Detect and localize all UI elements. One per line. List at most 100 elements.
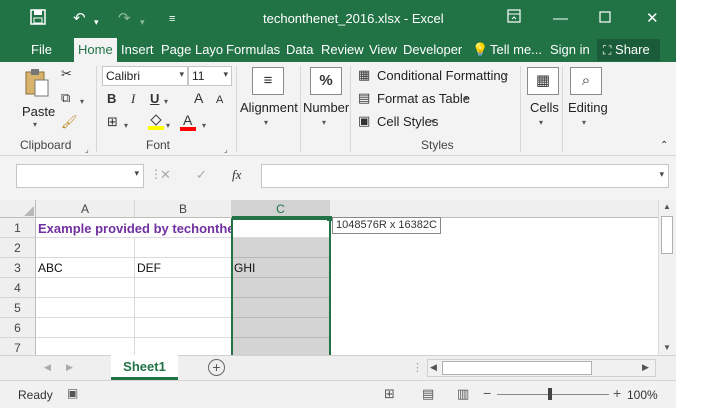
- cell-a5[interactable]: [36, 298, 135, 318]
- close-icon[interactable]: ✕: [646, 9, 659, 29]
- horizontal-scrollbar[interactable]: ◀ ▶: [427, 359, 656, 377]
- alignment-icon[interactable]: ≡: [252, 67, 284, 95]
- underline-dropdown-icon[interactable]: ▾: [164, 94, 168, 110]
- sign-in-link[interactable]: Sign in: [550, 42, 590, 57]
- cell-b7[interactable]: [135, 338, 232, 355]
- macro-recording-icon[interactable]: ▣: [67, 386, 78, 400]
- enter-icon[interactable]: ✓: [196, 167, 207, 183]
- cut-icon[interactable]: ✂: [61, 66, 72, 82]
- cell-a3[interactable]: ABC: [36, 258, 135, 278]
- row-header-7[interactable]: 7: [0, 338, 36, 355]
- page-break-preview-icon[interactable]: ▥: [457, 386, 469, 402]
- cell-b1[interactable]: [135, 218, 232, 238]
- shrink-font-button[interactable]: A: [216, 92, 223, 108]
- cell-styles-button[interactable]: Cell Styles: [377, 114, 438, 129]
- borders-icon[interactable]: ⊞: [107, 114, 118, 130]
- redo-dropdown-icon[interactable]: ▾: [140, 12, 145, 32]
- cell-a1[interactable]: Example provided by techonthenet.com: [36, 218, 284, 238]
- sheet-tab-sheet1[interactable]: Sheet1: [111, 355, 178, 380]
- redo-icon[interactable]: ↷: [118, 9, 131, 29]
- row-header-2[interactable]: 2: [0, 238, 36, 258]
- cells-dropdown-icon[interactable]: ▾: [539, 118, 543, 127]
- tab-page-layout[interactable]: Page Layo: [161, 42, 223, 57]
- row-header-1[interactable]: 1: [0, 218, 36, 238]
- copy-icon[interactable]: ⧉: [61, 90, 70, 106]
- cell-a7[interactable]: [36, 338, 135, 355]
- scroll-down-icon[interactable]: ▼: [663, 343, 671, 352]
- paste-button[interactable]: Paste: [22, 104, 55, 119]
- cell-c6[interactable]: [232, 318, 330, 338]
- cancel-icon[interactable]: ✕: [160, 167, 171, 183]
- zoom-slider-thumb[interactable]: [548, 388, 552, 400]
- cells-button[interactable]: Cells: [530, 100, 559, 115]
- select-all-corner[interactable]: [0, 200, 36, 218]
- paste-icon[interactable]: [24, 68, 50, 98]
- copy-dropdown-icon[interactable]: ▾: [80, 94, 84, 110]
- font-name-combo[interactable]: Calibri ▾: [102, 66, 188, 86]
- cell-a2[interactable]: [36, 238, 135, 258]
- expand-formula-bar-icon[interactable]: ▾: [659, 169, 664, 180]
- row-header-3[interactable]: 3: [0, 258, 36, 278]
- cell-b2[interactable]: [135, 238, 232, 258]
- grow-font-button[interactable]: A: [194, 90, 203, 106]
- zoom-level[interactable]: 100%: [627, 388, 658, 402]
- tab-developer[interactable]: Developer: [403, 42, 462, 57]
- tab-file[interactable]: File: [31, 42, 52, 57]
- cell-c7[interactable]: [232, 338, 330, 355]
- horizontal-scroll-thumb[interactable]: [442, 361, 592, 375]
- font-color-dropdown-icon[interactable]: ▾: [202, 118, 206, 134]
- search-icon[interactable]: ⌕: [570, 67, 602, 95]
- chevron-down-icon[interactable]: ▾: [134, 168, 139, 179]
- conditional-formatting-button[interactable]: Conditional Formatting: [377, 68, 508, 83]
- cell-c1[interactable]: [232, 218, 330, 238]
- cell-b3[interactable]: DEF: [135, 258, 232, 278]
- tab-review[interactable]: Review: [321, 42, 364, 57]
- scroll-right-icon[interactable]: ▶: [642, 362, 649, 373]
- cell-b4[interactable]: [135, 278, 232, 298]
- row-header-5[interactable]: 5: [0, 298, 36, 318]
- editing-button[interactable]: Editing: [568, 100, 608, 115]
- bold-button[interactable]: B: [107, 91, 116, 107]
- undo-dropdown-icon[interactable]: ▾: [94, 12, 99, 32]
- add-sheet-icon[interactable]: +: [208, 359, 225, 376]
- cell-c3[interactable]: GHI: [232, 258, 330, 278]
- cell-b6[interactable]: [135, 318, 232, 338]
- page-layout-view-icon[interactable]: ▤: [422, 386, 434, 402]
- underline-button[interactable]: U: [150, 91, 159, 107]
- customize-qat-icon[interactable]: ≡: [169, 9, 175, 29]
- maximize-icon[interactable]: [599, 9, 611, 29]
- cell-c4[interactable]: [232, 278, 330, 298]
- tab-data[interactable]: Data: [286, 42, 313, 57]
- column-header-b[interactable]: B: [135, 200, 232, 218]
- cell-c2[interactable]: [232, 238, 330, 258]
- zoom-slider-track[interactable]: [497, 394, 609, 395]
- collapse-ribbon-icon[interactable]: ⌃: [660, 138, 668, 154]
- save-icon[interactable]: [30, 9, 46, 31]
- tell-me-search[interactable]: Tell me...: [490, 42, 542, 57]
- tab-view[interactable]: View: [369, 42, 397, 57]
- normal-view-icon[interactable]: ⊞: [384, 386, 395, 402]
- ribbon-display-options-icon[interactable]: [507, 9, 521, 29]
- zoom-out-icon[interactable]: −: [483, 385, 491, 401]
- formula-input[interactable]: ▾: [261, 164, 669, 188]
- prev-sheet-icon[interactable]: ◀: [44, 362, 51, 373]
- scroll-up-icon[interactable]: ▲: [663, 202, 671, 211]
- column-header-c[interactable]: C: [232, 200, 330, 218]
- tab-home[interactable]: Home: [74, 38, 117, 62]
- format-painter-icon[interactable]: 🖌: [61, 114, 78, 130]
- vertical-scroll-thumb[interactable]: [661, 216, 673, 254]
- paste-dropdown-icon[interactable]: ▾: [33, 120, 37, 129]
- number-button[interactable]: Number: [303, 100, 349, 115]
- number-dropdown-icon[interactable]: ▾: [322, 118, 326, 127]
- fill-color-icon[interactable]: [148, 112, 164, 134]
- italic-button[interactable]: I: [131, 91, 135, 107]
- cell-a4[interactable]: [36, 278, 135, 298]
- cell-c5[interactable]: [232, 298, 330, 318]
- font-size-combo[interactable]: 11 ▾: [188, 66, 232, 86]
- tab-formulas[interactable]: Formulas: [226, 42, 280, 57]
- format-as-table-button[interactable]: Format as Table: [377, 91, 470, 106]
- undo-icon[interactable]: ↶: [73, 9, 86, 29]
- next-sheet-icon[interactable]: ▶: [66, 362, 73, 373]
- editing-dropdown-icon[interactable]: ▾: [582, 118, 586, 127]
- share-button[interactable]: ⛶ Share: [597, 39, 660, 61]
